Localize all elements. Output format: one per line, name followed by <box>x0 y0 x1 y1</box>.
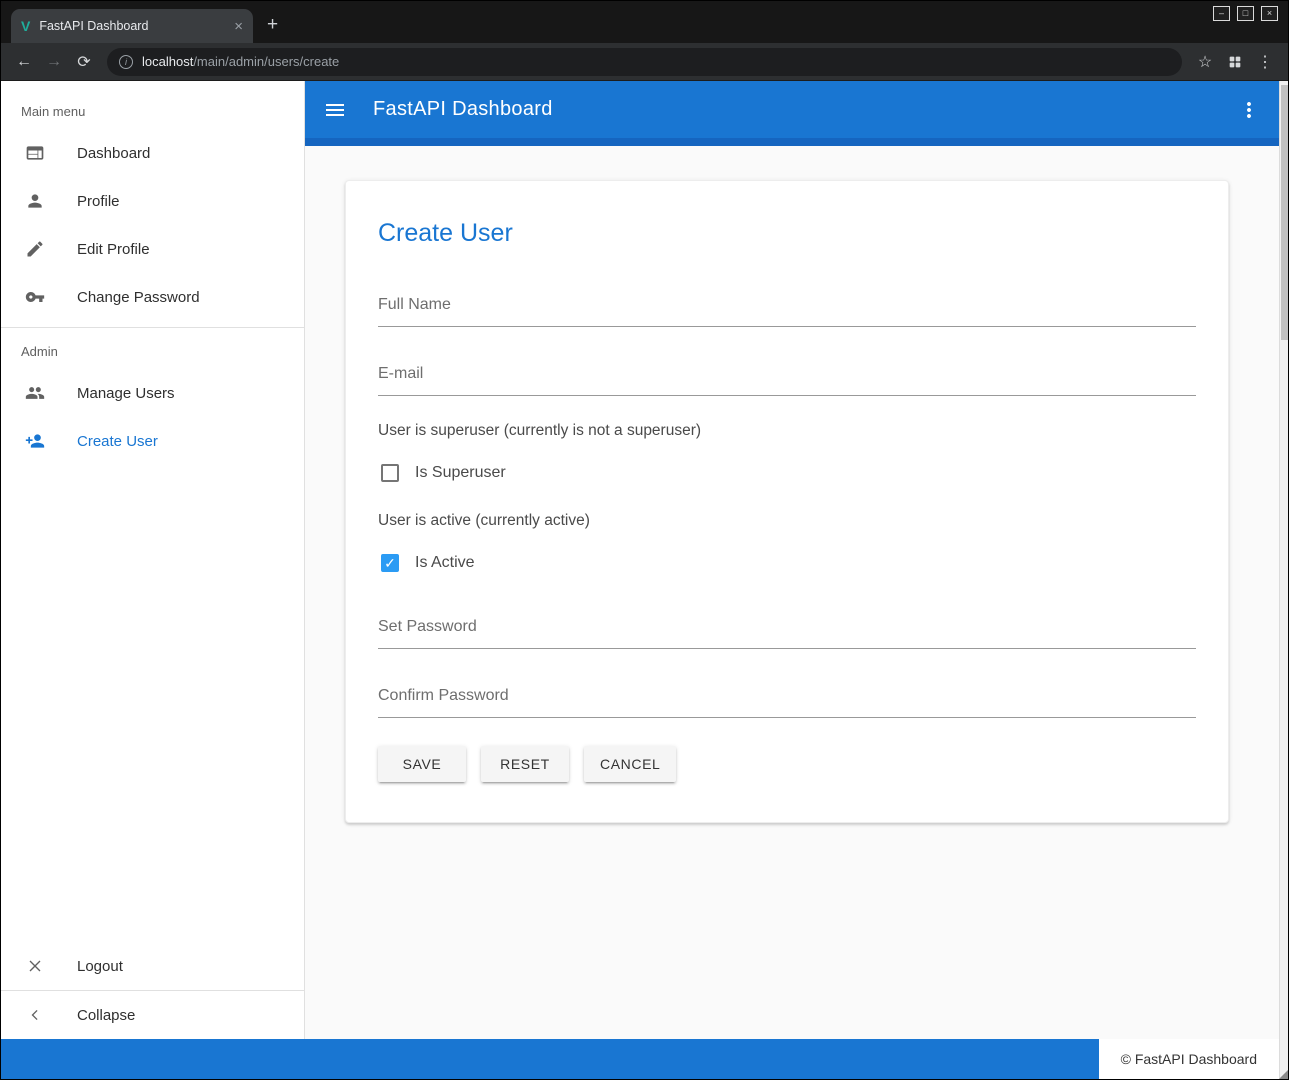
superuser-checkbox[interactable] <box>381 464 399 482</box>
content-area: Create User User is superuser (currently… <box>305 146 1279 1039</box>
forward-icon[interactable]: → <box>39 47 69 77</box>
scrollbar-thumb[interactable] <box>1281 85 1288 340</box>
chevron-left-icon <box>25 1005 45 1025</box>
superuser-checkbox-row[interactable]: Is Superuser <box>378 464 1196 482</box>
sidebar-item-edit-profile[interactable]: Edit Profile <box>1 225 304 273</box>
browser-window: V FastAPI Dashboard × + – □ × ← → ⟳ i lo… <box>0 0 1289 1080</box>
confirm-password-field-wrap <box>378 685 1196 718</box>
sidebar-divider <box>1 327 304 328</box>
sidebar: Main menu Dashboard Profile <box>1 81 305 1039</box>
set-password-field-wrap <box>378 616 1196 649</box>
sidebar-item-label: Create User <box>77 433 158 450</box>
site-info-icon[interactable]: i <box>119 55 133 69</box>
hamburger-menu-icon[interactable] <box>323 98 347 122</box>
sidebar-item-change-password[interactable]: Change Password <box>1 273 304 321</box>
email-field-wrap <box>378 363 1196 396</box>
reset-button[interactable]: RESET <box>481 746 569 782</box>
extensions-icon[interactable] <box>1220 47 1250 77</box>
maximize-button[interactable]: □ <box>1237 6 1254 21</box>
tab-close-icon[interactable]: × <box>234 18 243 35</box>
sidebar-item-label: Dashboard <box>77 145 150 162</box>
people-icon <box>25 383 45 403</box>
favicon-icon: V <box>21 18 30 34</box>
page-scrollbar[interactable] <box>1279 81 1288 1079</box>
footer-bar: © FastAPI Dashboard <box>1 1039 1279 1079</box>
sidebar-section-main-menu: Main menu <box>1 81 304 129</box>
sidebar-item-dashboard[interactable]: Dashboard <box>1 129 304 177</box>
page-title: Create User <box>378 219 1196 248</box>
sidebar-section-admin: Admin <box>1 334 304 369</box>
browser-tab[interactable]: V FastAPI Dashboard × <box>11 9 253 43</box>
pencil-icon <box>25 239 45 259</box>
create-user-card: Create User User is superuser (currently… <box>345 180 1229 823</box>
form-actions: SAVE RESET CANCEL <box>378 746 1196 782</box>
app-bar-shadow <box>305 138 1279 146</box>
sidebar-item-label: Collapse <box>77 1007 135 1024</box>
sidebar-item-label: Manage Users <box>77 385 175 402</box>
reload-icon[interactable]: ⟳ <box>69 47 99 77</box>
page: Main menu Dashboard Profile <box>1 81 1288 1079</box>
full-name-field-wrap <box>378 294 1196 327</box>
sidebar-item-label: Profile <box>77 193 120 210</box>
minimize-button[interactable]: – <box>1213 6 1230 21</box>
sidebar-item-label: Change Password <box>77 289 200 306</box>
app-title: FastAPI Dashboard <box>373 98 1237 121</box>
email-input[interactable] <box>378 363 1196 396</box>
window-controls: – □ × <box>1213 6 1278 21</box>
save-button[interactable]: SAVE <box>378 746 466 782</box>
close-x-icon <box>25 956 45 976</box>
active-checkbox-label: Is Active <box>415 554 475 572</box>
person-icon <box>25 191 45 211</box>
confirm-password-input[interactable] <box>378 685 1196 718</box>
superuser-hint: User is superuser (currently is not a su… <box>378 422 1196 440</box>
key-icon <box>25 287 45 307</box>
back-icon[interactable]: ← <box>9 47 39 77</box>
active-checkbox-row[interactable]: ✓ Is Active <box>378 554 1196 572</box>
browser-navbar: ← → ⟳ i localhost/main/admin/users/creat… <box>1 43 1288 81</box>
superuser-checkbox-label: Is Superuser <box>415 464 506 482</box>
tab-title: FastAPI Dashboard <box>39 19 225 33</box>
sidebar-item-logout[interactable]: Logout <box>1 942 304 990</box>
address-bar[interactable]: i localhost/main/admin/users/create <box>107 48 1182 76</box>
set-password-input[interactable] <box>378 616 1196 649</box>
browser-tab-strip: V FastAPI Dashboard × + – □ × <box>1 1 1288 43</box>
bookmark-star-icon[interactable]: ☆ <box>1190 47 1220 77</box>
sidebar-item-create-user[interactable]: Create User <box>1 417 304 465</box>
browser-menu-icon[interactable]: ⋮ <box>1250 47 1280 77</box>
resize-grip <box>1279 1070 1288 1079</box>
sidebar-item-label: Logout <box>77 958 123 975</box>
cancel-button[interactable]: CANCEL <box>584 746 676 782</box>
sidebar-item-label: Edit Profile <box>77 241 150 258</box>
new-tab-button[interactable]: + <box>267 14 278 36</box>
active-hint: User is active (currently active) <box>378 512 1196 530</box>
person-add-icon <box>25 431 45 451</box>
more-vert-icon[interactable] <box>1237 98 1261 122</box>
sidebar-item-manage-users[interactable]: Manage Users <box>1 369 304 417</box>
sidebar-item-collapse[interactable]: Collapse <box>1 991 304 1039</box>
app-bar: FastAPI Dashboard <box>305 81 1279 138</box>
sidebar-item-profile[interactable]: Profile <box>1 177 304 225</box>
dashboard-icon <box>25 143 45 163</box>
full-name-input[interactable] <box>378 294 1196 327</box>
window-close-button[interactable]: × <box>1261 6 1278 21</box>
active-checkbox[interactable]: ✓ <box>381 554 399 572</box>
main-area: FastAPI Dashboard Create User <box>305 81 1279 1039</box>
footer-copyright: © FastAPI Dashboard <box>1099 1039 1279 1079</box>
url-host: localhost/main/admin/users/create <box>142 54 339 69</box>
sidebar-spacer <box>1 465 304 942</box>
